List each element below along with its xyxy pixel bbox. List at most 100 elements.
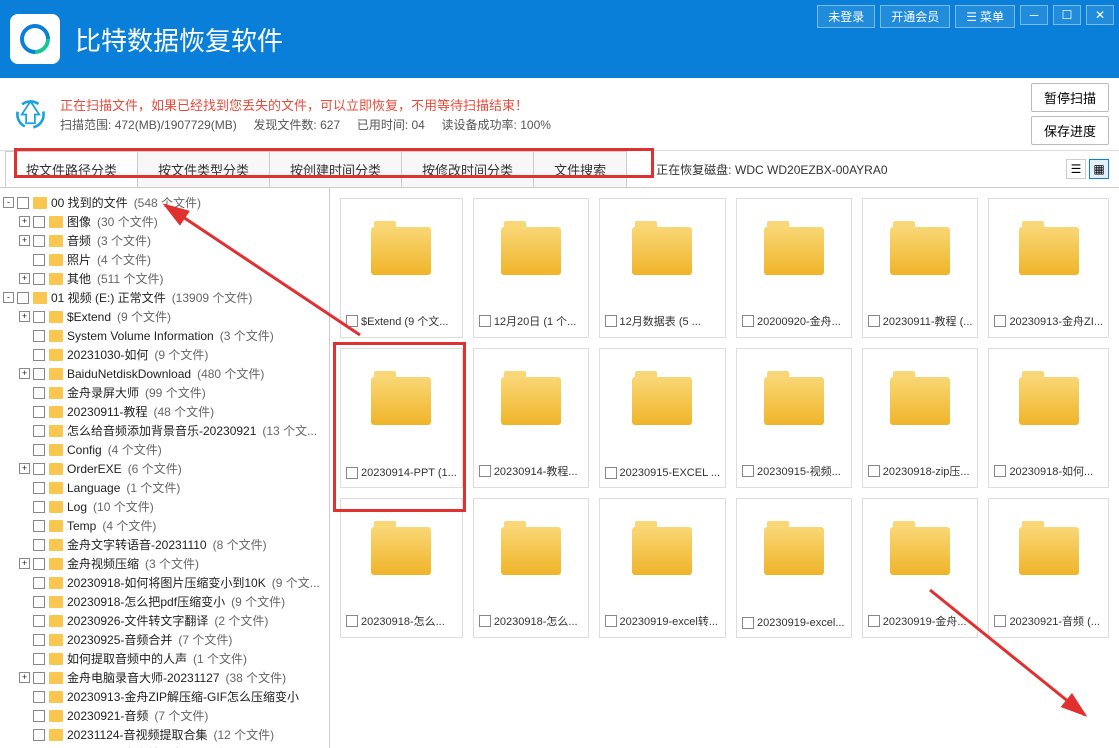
tree-checkbox[interactable]: [33, 273, 45, 285]
folder-checkbox[interactable]: [868, 465, 880, 477]
tree-checkbox[interactable]: [33, 387, 45, 399]
folder-item[interactable]: 20230919-excel...: [736, 498, 852, 638]
tree-checkbox[interactable]: [33, 558, 45, 570]
tree-checkbox[interactable]: [33, 444, 45, 456]
tree-label[interactable]: Log: [67, 500, 87, 514]
folder-checkbox[interactable]: [994, 615, 1006, 627]
tree-checkbox[interactable]: [33, 311, 45, 323]
folder-checkbox[interactable]: [868, 615, 880, 627]
tree-node[interactable]: 20231030-如何(9 个文件): [3, 345, 326, 364]
tree-node[interactable]: +BaiduNetdiskDownload(480 个文件): [3, 364, 326, 383]
tree-checkbox[interactable]: [33, 672, 45, 684]
tree-checkbox[interactable]: [33, 710, 45, 722]
expander-icon[interactable]: +: [19, 463, 30, 474]
folder-item[interactable]: 20230914-教程...: [473, 348, 589, 488]
folder-item[interactable]: 20230915-EXCEL ...: [599, 348, 727, 488]
folder-checkbox[interactable]: [742, 617, 754, 629]
tab-search[interactable]: 文件搜索: [533, 151, 627, 187]
folder-item[interactable]: 20230918-如何...: [988, 348, 1109, 488]
tree-node[interactable]: +金舟视频压缩(3 个文件): [3, 554, 326, 573]
folder-checkbox[interactable]: [605, 615, 617, 627]
folder-checkbox[interactable]: [994, 465, 1006, 477]
folder-checkbox[interactable]: [605, 315, 617, 327]
tree-node[interactable]: Language(1 个文件): [3, 478, 326, 497]
folder-checkbox[interactable]: [346, 315, 358, 327]
tree-label[interactable]: 音频: [67, 232, 91, 249]
tree-node[interactable]: -00 找到的文件(548 个文件): [3, 193, 326, 212]
expander-icon[interactable]: -: [3, 292, 14, 303]
tree-checkbox[interactable]: [17, 197, 29, 209]
tree-label[interactable]: 20231124-音视频提取合集: [67, 726, 208, 743]
folder-checkbox[interactable]: [479, 315, 491, 327]
tree-node[interactable]: 20230918-如何将图片压缩变小到10K(9 个文...: [3, 573, 326, 592]
tree-label[interactable]: 怎么给音频添加背景音乐-20230921: [67, 422, 256, 439]
folder-item[interactable]: 20200920-金舟...: [736, 198, 852, 338]
tree-checkbox[interactable]: [33, 216, 45, 228]
folder-item[interactable]: 12月20日 (1 个...: [473, 198, 589, 338]
tree-checkbox[interactable]: [33, 653, 45, 665]
tree-checkbox[interactable]: [33, 330, 45, 342]
folder-checkbox[interactable]: [868, 315, 880, 327]
folder-item[interactable]: 20230914-PPT (1...: [340, 348, 463, 488]
tree-node[interactable]: 照片(4 个文件): [3, 250, 326, 269]
tree-checkbox[interactable]: [33, 349, 45, 361]
tree-checkbox[interactable]: [33, 254, 45, 266]
tree-checkbox[interactable]: [33, 501, 45, 513]
folder-item[interactable]: 20230913-金舟ZI...: [988, 198, 1109, 338]
folder-checkbox[interactable]: [346, 615, 358, 627]
expander-icon[interactable]: +: [19, 273, 30, 284]
tree-label[interactable]: 01 视频 (E:) 正常文件: [51, 289, 166, 306]
tree-node[interactable]: Temp(4 个文件): [3, 516, 326, 535]
tree-label[interactable]: OrderEXE: [67, 462, 122, 476]
folder-item[interactable]: 20230918-怎么...: [473, 498, 589, 638]
tree-node[interactable]: 20231124-音视频提取合集(12 个文件): [3, 725, 326, 744]
tree-node[interactable]: Log(10 个文件): [3, 497, 326, 516]
tree-node[interactable]: 20230911-教程(48 个文件): [3, 402, 326, 421]
folder-item[interactable]: 20230911-教程 (...: [862, 198, 979, 338]
tree-node[interactable]: 20230926-文件转文字翻译(2 个文件): [3, 611, 326, 630]
expander-icon[interactable]: +: [19, 311, 30, 322]
folder-item[interactable]: 20230921-音频 (...: [988, 498, 1109, 638]
tree-node[interactable]: +$Extend(9 个文件): [3, 307, 326, 326]
folder-item[interactable]: 12月数据表 (5 ...: [599, 198, 727, 338]
folder-checkbox[interactable]: [479, 465, 491, 477]
tab-by-create[interactable]: 按创建时间分类: [269, 151, 402, 187]
tree-label[interactable]: $Extend: [67, 310, 111, 324]
expander-icon[interactable]: -: [3, 197, 14, 208]
tree-label[interactable]: 金舟电脑录音大师-20231127: [67, 669, 220, 686]
tree-checkbox[interactable]: [33, 482, 45, 494]
tree-node[interactable]: +音频(3 个文件): [3, 231, 326, 250]
folder-checkbox[interactable]: [605, 467, 617, 479]
tab-by-path[interactable]: 按文件路径分类: [5, 151, 138, 187]
tree-label[interactable]: 20230921-音频: [67, 707, 148, 724]
tree-checkbox[interactable]: [17, 292, 29, 304]
tree-node[interactable]: System Volume Information(3 个文件): [3, 326, 326, 345]
tree-checkbox[interactable]: [33, 729, 45, 741]
tree-checkbox[interactable]: [33, 406, 45, 418]
tree-label[interactable]: 金舟文字转语音-20231110: [67, 536, 207, 553]
tree-node[interactable]: 20230921-音频(7 个文件): [3, 706, 326, 725]
view-grid-button[interactable]: ▦: [1089, 159, 1109, 179]
expander-icon[interactable]: +: [19, 368, 30, 379]
tree-label[interactable]: 00 找到的文件: [51, 194, 128, 211]
tree-node[interactable]: +金舟电脑录音大师-20231127(38 个文件): [3, 668, 326, 687]
folder-checkbox[interactable]: [479, 615, 491, 627]
tree-node[interactable]: 20231124-文字转语音(4 个文件): [3, 744, 326, 748]
folder-item[interactable]: 20230919-excel转...: [599, 498, 727, 638]
tree-checkbox[interactable]: [33, 368, 45, 380]
folder-tree[interactable]: -00 找到的文件(548 个文件)+图像(30 个文件)+音频(3 个文件)照…: [0, 188, 330, 748]
tree-checkbox[interactable]: [33, 235, 45, 247]
tree-node[interactable]: 怎么给音频添加背景音乐-20230921(13 个文...: [3, 421, 326, 440]
folder-item[interactable]: 20230918-zip压...: [862, 348, 979, 488]
tree-node[interactable]: 20230918-怎么把pdf压缩变小(9 个文件): [3, 592, 326, 611]
tree-node[interactable]: 20230925-音频合并(7 个文件): [3, 630, 326, 649]
close-button[interactable]: ✕: [1086, 5, 1114, 25]
open-vip-button[interactable]: 开通会员: [880, 5, 950, 28]
tree-label[interactable]: 20230913-金舟ZIP解压缩-GIF怎么压缩变小: [67, 688, 299, 705]
view-list-button[interactable]: ☰: [1066, 159, 1086, 179]
menu-button[interactable]: ☰菜单: [955, 5, 1015, 28]
tree-checkbox[interactable]: [33, 691, 45, 703]
expander-icon[interactable]: +: [19, 558, 30, 569]
folder-checkbox[interactable]: [742, 465, 754, 477]
tree-checkbox[interactable]: [33, 615, 45, 627]
